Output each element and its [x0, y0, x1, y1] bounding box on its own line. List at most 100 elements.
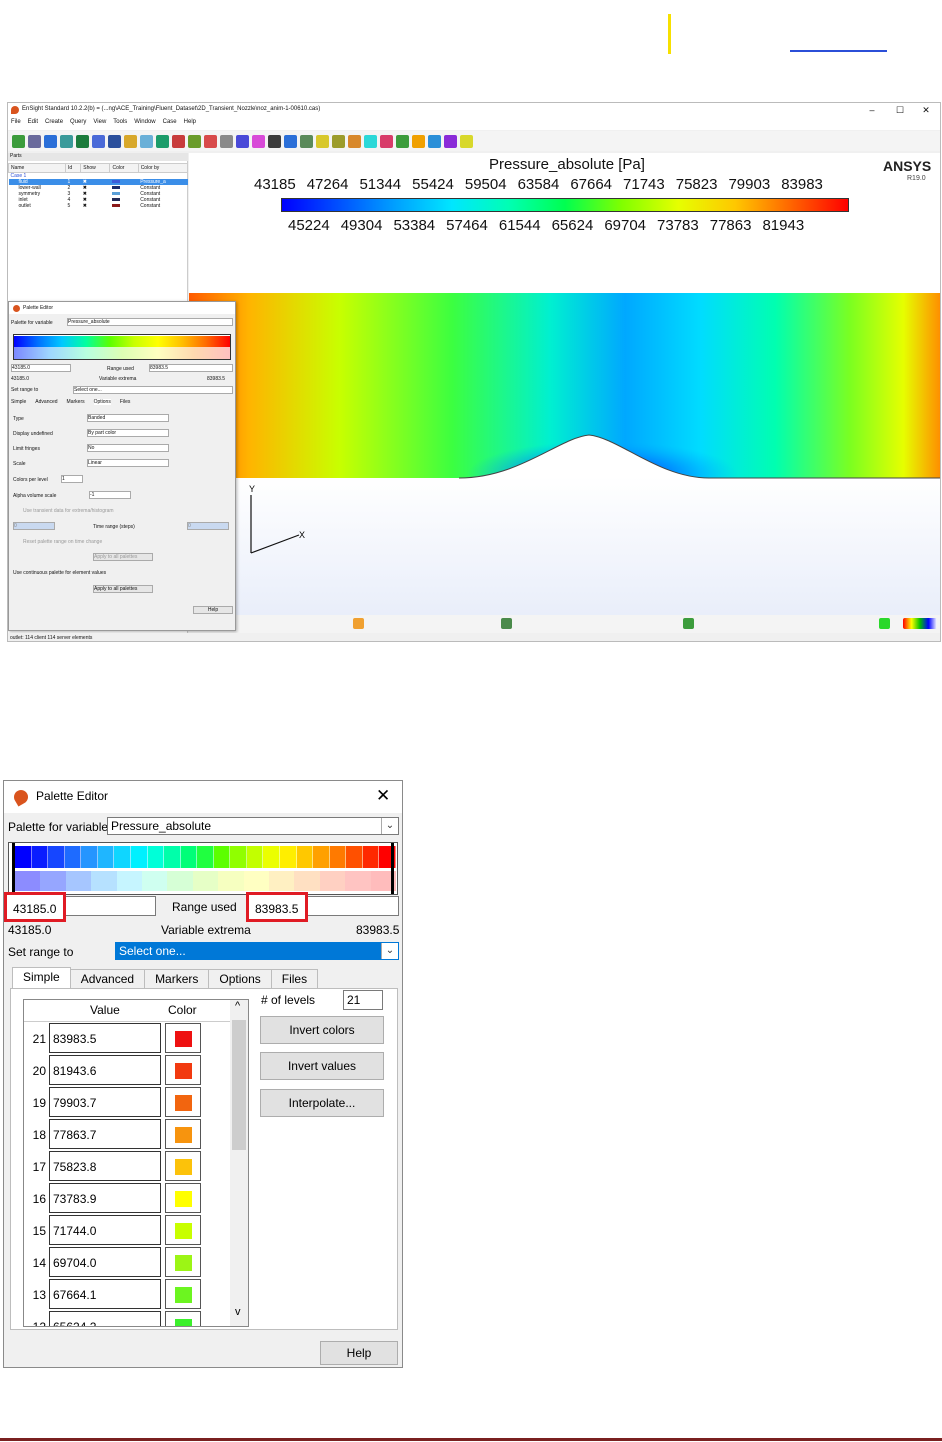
invert-colors-button[interactable]: Invert colors — [260, 1016, 384, 1044]
part-color-swatch[interactable] — [111, 186, 120, 190]
col-color-by[interactable]: Color by — [137, 163, 189, 173]
level-color-button[interactable] — [165, 1151, 201, 1181]
graphics-viewport[interactable]: Pressure_absolute [Pa] ANSYS R19.0 43185… — [189, 153, 940, 615]
opt-combo[interactable]: Linear — [87, 459, 169, 467]
tool-icon[interactable] — [396, 134, 409, 148]
alpha-scale-field[interactable]: -1 — [89, 491, 131, 499]
interpolate-button[interactable]: Interpolate... — [260, 1089, 384, 1117]
tool-icon[interactable] — [60, 134, 73, 148]
small-tab-simple[interactable]: Simple — [11, 399, 26, 405]
tool-icon[interactable] — [268, 134, 281, 148]
tool-icon[interactable] — [444, 134, 457, 148]
tab-advanced[interactable]: Advanced — [69, 969, 146, 989]
menu-edit[interactable]: Edit — [28, 119, 38, 130]
tool-icon[interactable] — [172, 134, 185, 148]
time-end-field[interactable]: 0 — [187, 522, 229, 530]
time-start-field[interactable]: 0 — [13, 522, 55, 530]
tab-files[interactable]: Files — [270, 969, 319, 989]
tool-icon[interactable] — [188, 134, 201, 148]
tool-icon[interactable] — [44, 134, 57, 148]
tool-icon[interactable] — [284, 134, 297, 148]
menu-view[interactable]: View — [93, 119, 106, 130]
part-color-swatch[interactable] — [111, 180, 120, 184]
levels-scrollbar[interactable]: ^ v — [230, 1000, 248, 1326]
tool-icon[interactable] — [332, 134, 345, 148]
menu-file[interactable]: File — [11, 119, 21, 130]
level-color-button[interactable] — [165, 1119, 201, 1149]
minimize-button[interactable]: – — [862, 105, 882, 115]
opt-combo[interactable]: Banded — [87, 414, 169, 422]
col-name[interactable]: Name — [8, 163, 67, 173]
colors-per-level-field[interactable]: 1 — [61, 475, 83, 483]
scroll-up-icon[interactable]: ^ — [235, 1000, 240, 1012]
small-tab-advanced[interactable]: Advanced — [35, 399, 57, 405]
apply-all-button-1[interactable]: Apply to all palettes — [93, 553, 153, 561]
tool-icon[interactable] — [348, 134, 361, 148]
tool-icon[interactable] — [204, 134, 217, 148]
palette-tool-icon[interactable] — [903, 618, 937, 629]
tool-icon[interactable] — [124, 134, 137, 148]
menu-tools[interactable]: Tools — [113, 119, 127, 130]
tool-icon[interactable] — [12, 134, 25, 148]
help-button[interactable]: Help — [320, 1341, 398, 1365]
small-tab-files[interactable]: Files — [120, 399, 131, 405]
tool-icon[interactable] — [380, 134, 393, 148]
view-tool-icon[interactable] — [879, 618, 890, 629]
menu-create[interactable]: Create — [45, 119, 63, 130]
level-color-button[interactable] — [165, 1311, 201, 1326]
level-value-field[interactable]: 71744.0 — [49, 1215, 161, 1245]
menu-window[interactable]: Window — [134, 119, 155, 130]
menu-query[interactable]: Query — [70, 119, 86, 130]
palette-min-marker[interactable] — [12, 843, 15, 894]
opt-combo[interactable]: By part color — [87, 429, 169, 437]
use-continuous-label[interactable]: Use continuous palette for element value… — [13, 570, 106, 576]
part-color-swatch[interactable] — [111, 198, 120, 202]
tool-icon[interactable] — [412, 134, 425, 148]
tool-icon[interactable] — [236, 134, 249, 148]
small-set-range-combo[interactable]: Select one... — [73, 386, 233, 394]
level-color-button[interactable] — [165, 1279, 201, 1309]
level-color-button[interactable] — [165, 1215, 201, 1245]
maximize-button[interactable]: ☐ — [890, 105, 910, 116]
level-value-field[interactable]: 75823.8 — [49, 1151, 161, 1181]
scroll-thumb[interactable] — [232, 1020, 246, 1150]
set-range-select[interactable]: Select one... ⌄ — [115, 942, 399, 960]
tool-icon[interactable] — [156, 134, 169, 148]
opt-combo[interactable]: No — [87, 444, 169, 452]
variable-select[interactable]: Pressure_absolute ⌄ — [107, 817, 399, 835]
level-value-field[interactable]: 77863.7 — [49, 1119, 161, 1149]
small-tab-options[interactable]: Options — [93, 399, 111, 405]
palette-max-marker[interactable] — [391, 843, 394, 894]
level-color-button[interactable] — [165, 1183, 201, 1213]
num-levels-field[interactable]: 21 — [343, 990, 383, 1010]
tool-icon[interactable] — [140, 134, 153, 148]
tool-icon[interactable] — [76, 134, 89, 148]
level-value-field[interactable]: 79903.7 — [49, 1087, 161, 1117]
tool-icon[interactable] — [364, 134, 377, 148]
tab-simple[interactable]: Simple — [12, 967, 71, 989]
tool-icon[interactable] — [428, 134, 441, 148]
level-value-field[interactable]: 65624.2 — [49, 1311, 161, 1326]
small-var-combo[interactable]: Pressure_absolute — [67, 318, 233, 326]
tool-icon[interactable] — [300, 134, 313, 148]
level-value-field[interactable]: 73783.9 — [49, 1183, 161, 1213]
part-color-swatch[interactable] — [111, 192, 120, 196]
tool-icon[interactable] — [316, 134, 329, 148]
menu-help[interactable]: Help — [184, 119, 196, 130]
close-button[interactable]: ✕ — [916, 105, 936, 116]
range-min-field[interactable]: 43185.0 — [4, 892, 66, 922]
level-value-field[interactable]: 69704.0 — [49, 1247, 161, 1277]
close-icon[interactable]: ✕ — [376, 786, 390, 806]
view-tool-icon[interactable] — [501, 618, 512, 629]
view-tool-icon[interactable] — [683, 618, 694, 629]
tool-icon[interactable] — [460, 134, 473, 148]
small-max-field[interactable]: 83983.5 — [149, 364, 233, 372]
col-id[interactable]: Id — [65, 163, 82, 173]
part-show[interactable]: ✖ — [81, 203, 110, 209]
table-row[interactable]: outlet 5 ✖ Constant — [9, 203, 188, 209]
range-max-field[interactable]: 83983.5 — [246, 892, 308, 922]
tool-icon[interactable] — [252, 134, 265, 148]
col-color[interactable]: Color — [109, 163, 139, 173]
level-color-button[interactable] — [165, 1247, 201, 1277]
level-color-button[interactable] — [165, 1023, 201, 1053]
